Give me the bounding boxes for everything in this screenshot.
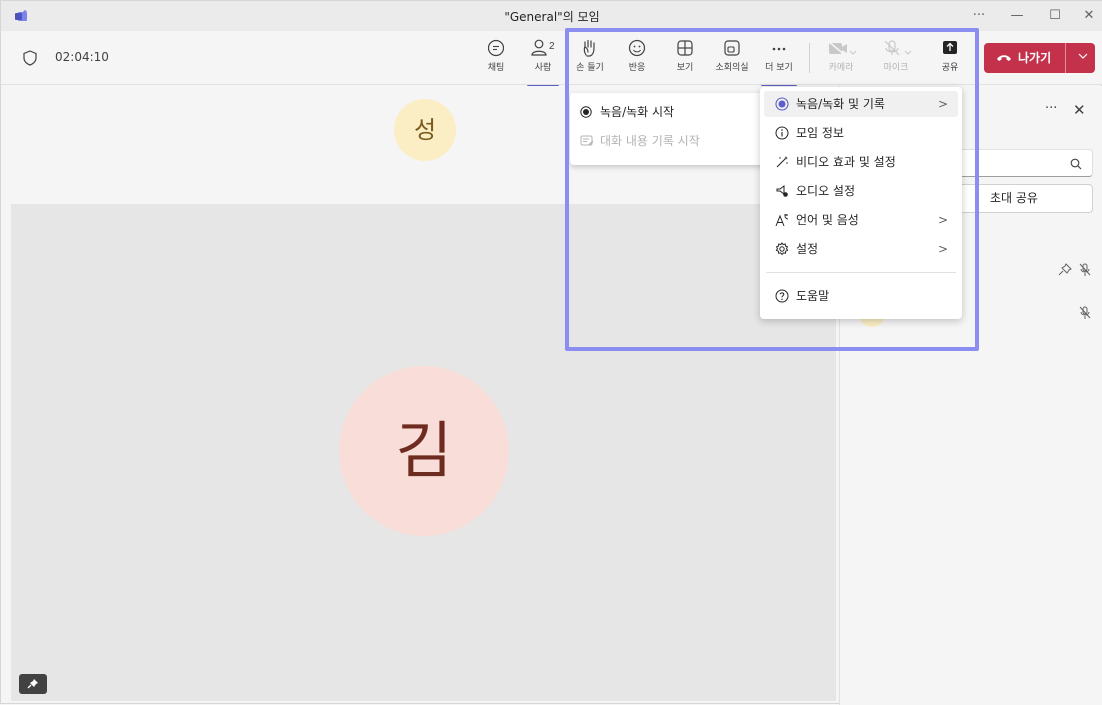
title-bar: "General"의 모임 ··· — ☐ ✕	[1, 1, 1102, 31]
magic-wand-icon	[776, 156, 788, 168]
pin-participant-icon[interactable]	[1058, 263, 1072, 277]
chevron-right-icon: >	[937, 97, 948, 111]
gear-icon	[775, 242, 789, 256]
participant-avatar-small[interactable]: 성	[394, 99, 456, 161]
menu-item-label: 녹음/녹화 및 기록	[796, 97, 885, 111]
camera-off-icon	[827, 40, 857, 57]
maximize-button[interactable]: ☐	[1041, 5, 1069, 27]
menu-item-label: 설정	[796, 242, 819, 256]
view-button[interactable]: 보기	[671, 39, 699, 81]
pin-button[interactable]	[19, 674, 47, 694]
view-label: 보기	[676, 63, 694, 73]
help-icon	[775, 289, 789, 303]
teams-meeting-window: "General"의 모임 ··· — ☐ ✕ 02:04:10 채팅 2 사람	[0, 0, 1102, 705]
mic-off-icon	[1079, 306, 1091, 319]
leave-options-chevron-icon[interactable]	[1066, 43, 1095, 73]
menu-item-label: 비디오 효과 및 설정	[796, 155, 896, 169]
raise-hand-label: 손 들기	[576, 63, 604, 73]
menu-item-video-effects[interactable]: 비디오 효과 및 설정	[764, 149, 958, 175]
toolbar-divider	[809, 43, 810, 73]
menu-item-settings[interactable]: 설정 >	[764, 236, 958, 262]
transcript-icon	[580, 135, 594, 146]
recording-submenu: 녹음/녹화 시작 대화 내용 기록 시작	[570, 93, 768, 165]
window-title: "General"의 모임	[504, 10, 600, 24]
people-count: 2	[549, 41, 555, 52]
more-actions-button[interactable]: 더 보기	[761, 39, 797, 87]
menu-item-language-speech[interactable]: 언어 및 음성 >	[764, 207, 958, 233]
pin-icon	[27, 679, 38, 689]
info-icon	[775, 126, 789, 140]
window-more-icon[interactable]: ···	[965, 5, 993, 27]
meeting-toolbar: 02:04:10 채팅 2 사람 손 들기 반응 보기 소회의실 더 보기 카메…	[1, 31, 1102, 87]
panel-more-icon[interactable]: ···	[1045, 101, 1057, 116]
menu-item-help[interactable]: 도움말	[764, 283, 958, 309]
search-icon	[1070, 158, 1082, 170]
record-icon	[775, 97, 789, 111]
shield-icon	[23, 50, 37, 66]
mic-label: 마이크	[883, 63, 909, 73]
breakout-rooms-button[interactable]: 소회의실	[709, 39, 755, 81]
react-label: 반응	[628, 63, 646, 73]
breakout-rooms-icon	[724, 40, 740, 56]
chevron-right-icon: >	[937, 213, 948, 227]
share-label: 공유	[941, 63, 959, 73]
more-dots-icon	[772, 47, 786, 51]
chat-label: 채팅	[487, 63, 505, 73]
camera-button[interactable]: 카메라	[821, 39, 861, 81]
menu-divider	[766, 272, 956, 273]
camera-label: 카메라	[828, 63, 854, 73]
share-tray-icon	[943, 41, 957, 54]
menu-item-label: 언어 및 음성	[796, 213, 859, 227]
menu-item-record-transcribe[interactable]: 녹음/녹화 및 기록 >	[764, 91, 958, 117]
breakout-rooms-label: 소회의실	[715, 63, 749, 73]
menu-item-meeting-info[interactable]: 모임 정보	[764, 120, 958, 146]
more-actions-label: 더 보기	[765, 63, 793, 73]
menu-item-label: 도움말	[796, 289, 830, 303]
menu-item-audio-settings[interactable]: 오디오 설정	[764, 178, 958, 204]
mic-off-icon	[1079, 263, 1091, 276]
mic-off-icon	[884, 40, 912, 56]
people-icon: 2	[531, 39, 555, 56]
smiley-icon	[628, 39, 646, 57]
chat-icon	[487, 39, 505, 57]
start-recording-label: 녹음/녹화 시작	[600, 105, 675, 119]
menu-item-label: 오디오 설정	[796, 184, 856, 198]
record-icon	[580, 106, 592, 118]
mic-button[interactable]: 마이크	[875, 39, 917, 81]
participant-avatar-large[interactable]: 김	[339, 366, 509, 536]
raise-hand-button[interactable]: 손 들기	[573, 39, 607, 81]
react-button[interactable]: 반응	[623, 39, 651, 81]
people-label: 사람	[534, 63, 552, 73]
chevron-right-icon: >	[937, 242, 948, 256]
start-transcription-label: 대화 내용 기록 시작	[600, 134, 700, 148]
leave-button[interactable]: 나가기	[984, 43, 1095, 73]
minimize-button[interactable]: —	[1003, 5, 1031, 27]
meeting-timer: 02:04:10	[55, 50, 109, 64]
more-actions-menu: 녹음/녹화 및 기록 > 모임 정보 비디오 효과 및 설정 오디오 설정 언어…	[760, 87, 962, 319]
speaker-settings-icon	[776, 185, 788, 197]
close-window-button[interactable]: ✕	[1075, 5, 1102, 27]
language-icon	[775, 214, 789, 227]
menu-item-label: 모임 정보	[796, 126, 844, 140]
chat-button[interactable]: 채팅	[481, 39, 511, 81]
leave-label: 나가기	[1018, 51, 1052, 65]
share-button[interactable]: 공유	[937, 39, 963, 81]
grid-view-icon	[677, 40, 693, 56]
panel-close-icon[interactable]: ✕	[1073, 101, 1086, 119]
hand-icon	[583, 39, 595, 57]
people-button[interactable]: 2 사람	[527, 39, 559, 87]
